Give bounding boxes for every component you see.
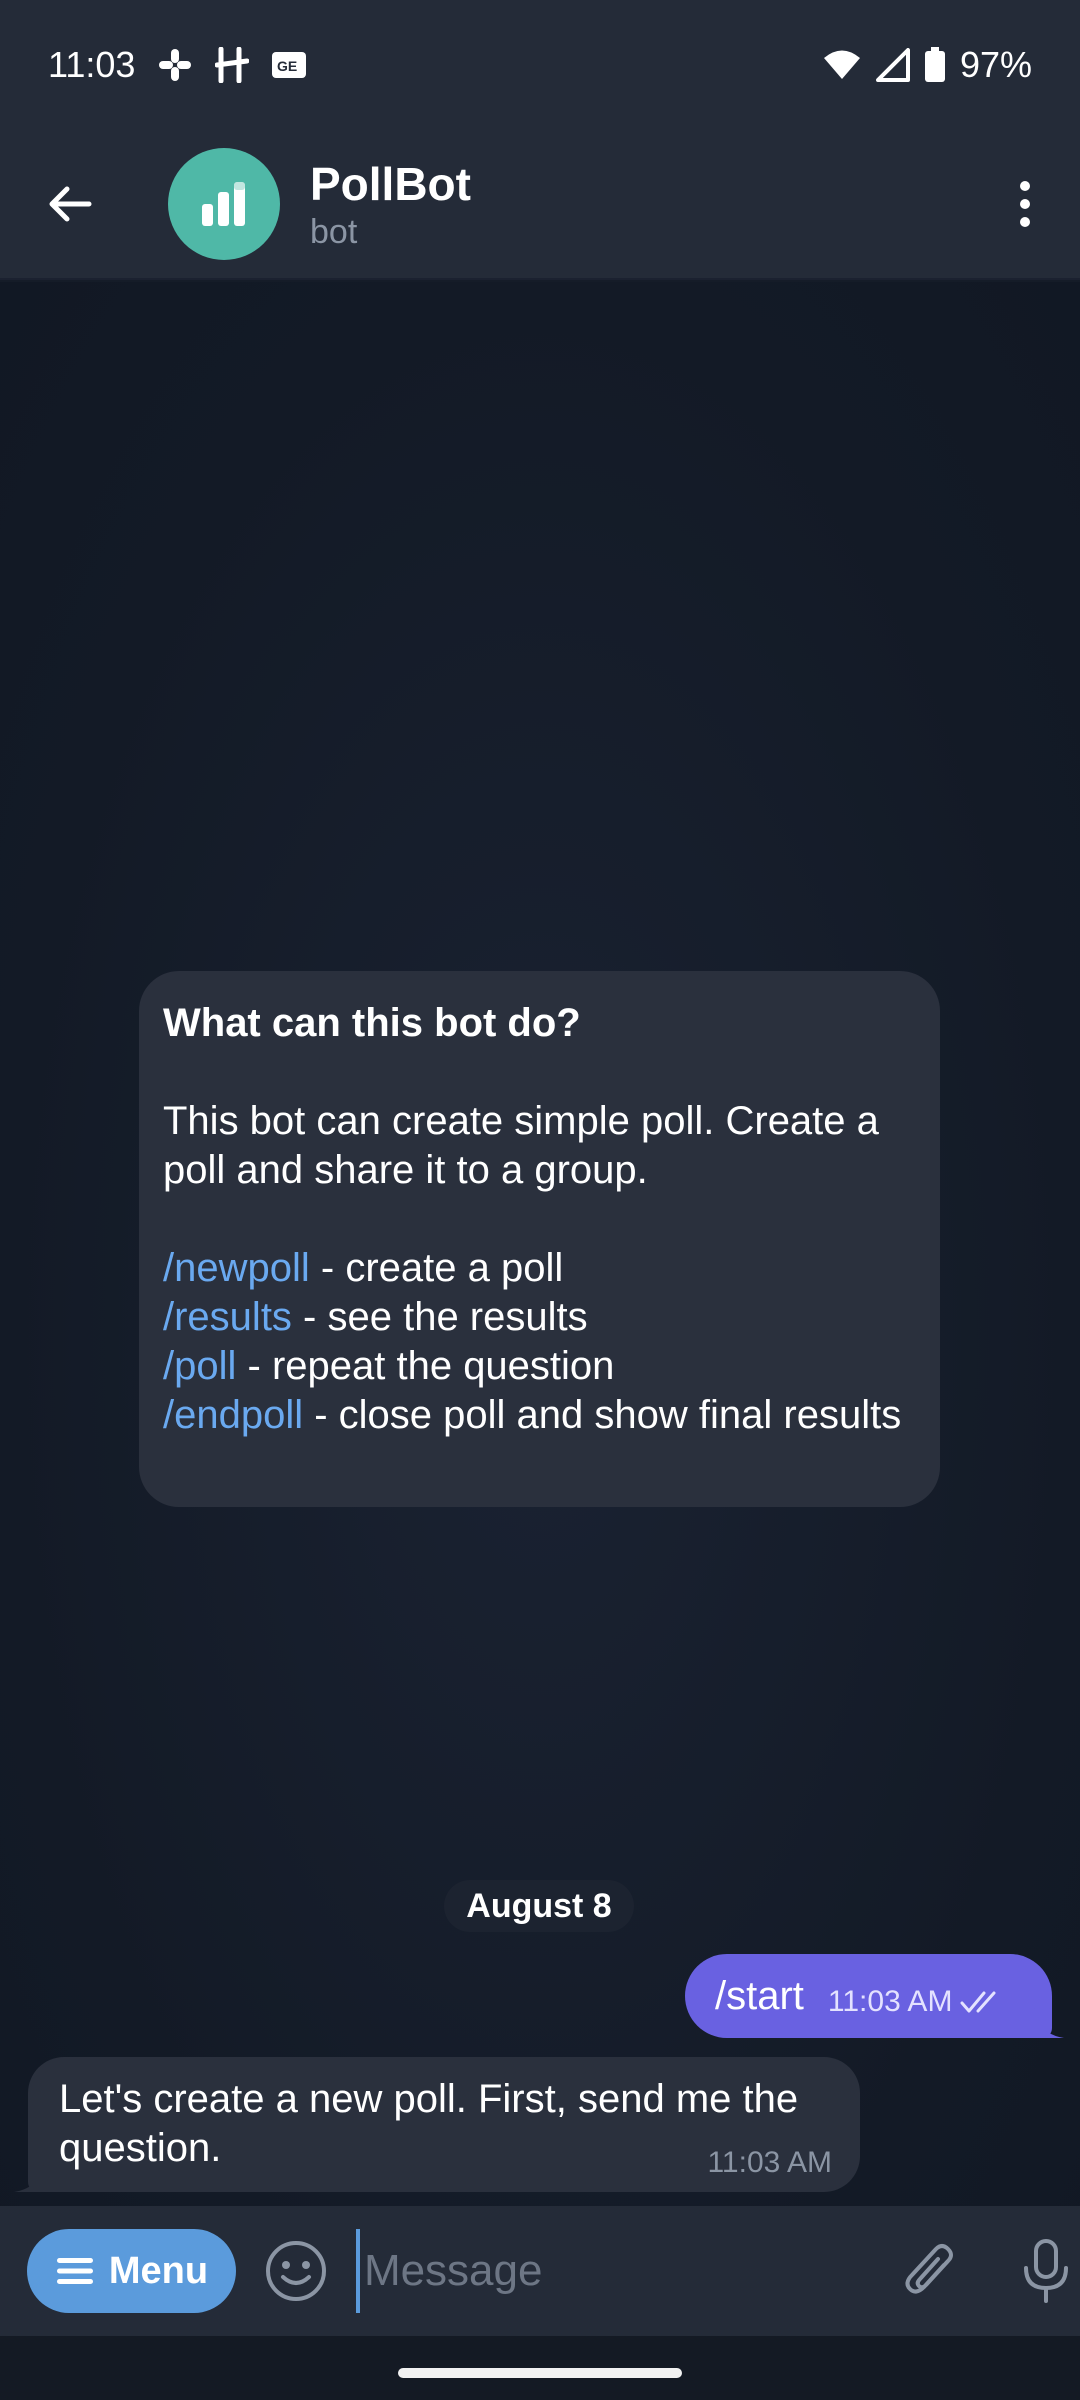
intro-description: This bot can create simple poll. Create … [163, 1099, 879, 1192]
message-input-bar: Menu [0, 2206, 1080, 2336]
bubble-tail [14, 2162, 44, 2192]
bar-chart-icon [202, 182, 245, 226]
command-line: /newpoll - create a poll [163, 1244, 916, 1293]
command-link-endpoll[interactable]: /endpoll [163, 1393, 303, 1437]
battery-icon [924, 47, 946, 83]
bot-menu-button[interactable]: Menu [27, 2229, 236, 2313]
battery-percent: 97% [959, 44, 1032, 85]
bot-avatar[interactable] [168, 148, 280, 260]
command-description: - repeat the question [236, 1344, 615, 1388]
more-vertical-icon [1020, 181, 1030, 227]
smiley-icon [265, 2241, 326, 2301]
command-line: /endpoll - close poll and show final res… [163, 1391, 916, 1440]
hinge-icon [215, 47, 250, 83]
menu-icon [56, 2258, 93, 2284]
intro-command-list: /newpoll - create a poll /results - see … [163, 1244, 916, 1440]
command-link-poll[interactable]: /poll [163, 1344, 236, 1388]
microphone-icon [1023, 2239, 1068, 2303]
microphone-button[interactable] [1012, 2236, 1080, 2306]
system-navigation-bar [0, 2336, 1080, 2400]
incoming-message-time: 11:03 AM [707, 2146, 832, 2179]
status-right: 97% [822, 44, 1032, 86]
outgoing-message[interactable]: /start 11:03 AM [685, 1954, 1064, 2038]
news-icon: GE [271, 51, 307, 79]
chat-title-block[interactable]: PollBot bot [310, 156, 471, 252]
date-divider: August 8 [444, 1880, 634, 1932]
command-description: - create a poll [309, 1246, 564, 1290]
intro-title: What can this bot do? [163, 1001, 581, 1045]
attach-button[interactable] [896, 2236, 964, 2306]
back-arrow-icon [49, 186, 92, 222]
incoming-message[interactable]: Let's create a new poll. First, send me … [14, 2057, 860, 2192]
command-description: - close poll and show final results [303, 1393, 902, 1437]
signal-icon [875, 48, 910, 82]
message-input[interactable] [355, 2229, 816, 2313]
wifi-icon [822, 49, 862, 81]
more-options-button[interactable] [970, 129, 1080, 279]
emoji-button[interactable] [264, 2239, 328, 2303]
chat-header: PollBot bot [0, 130, 1080, 280]
outgoing-message-time: 11:03 AM [827, 1985, 953, 2018]
paperclip-icon [905, 2244, 953, 2294]
command-line: /results - see the results [163, 1293, 916, 1342]
bot-intro-card: What can this bot do? This bot can creat… [139, 971, 940, 1507]
svg-text:GE: GE [277, 58, 297, 74]
status-time: 11:03 [48, 44, 136, 85]
command-description: - see the results [291, 1295, 588, 1339]
status-left: 11:03 GE [48, 44, 307, 86]
chat-area[interactable]: What can this bot do? This bot can creat… [0, 282, 1080, 2206]
command-line: /poll - repeat the question [163, 1342, 916, 1391]
command-link-newpoll[interactable]: /newpoll [163, 1246, 310, 1290]
status-bar: 11:03 GE 97% [0, 0, 1080, 130]
chat-subtitle: bot [310, 213, 358, 251]
back-button[interactable] [0, 129, 140, 279]
command-link-results[interactable]: /results [163, 1295, 292, 1339]
outgoing-message-text: /start [715, 1973, 804, 2018]
chat-title: PollBot [310, 158, 471, 210]
home-indicator[interactable] [398, 2368, 682, 2378]
slack-icon [157, 47, 193, 83]
menu-button-label: Menu [108, 2249, 209, 2292]
double-check-icon [960, 1991, 996, 2013]
bubble-tail [1034, 2008, 1064, 2038]
